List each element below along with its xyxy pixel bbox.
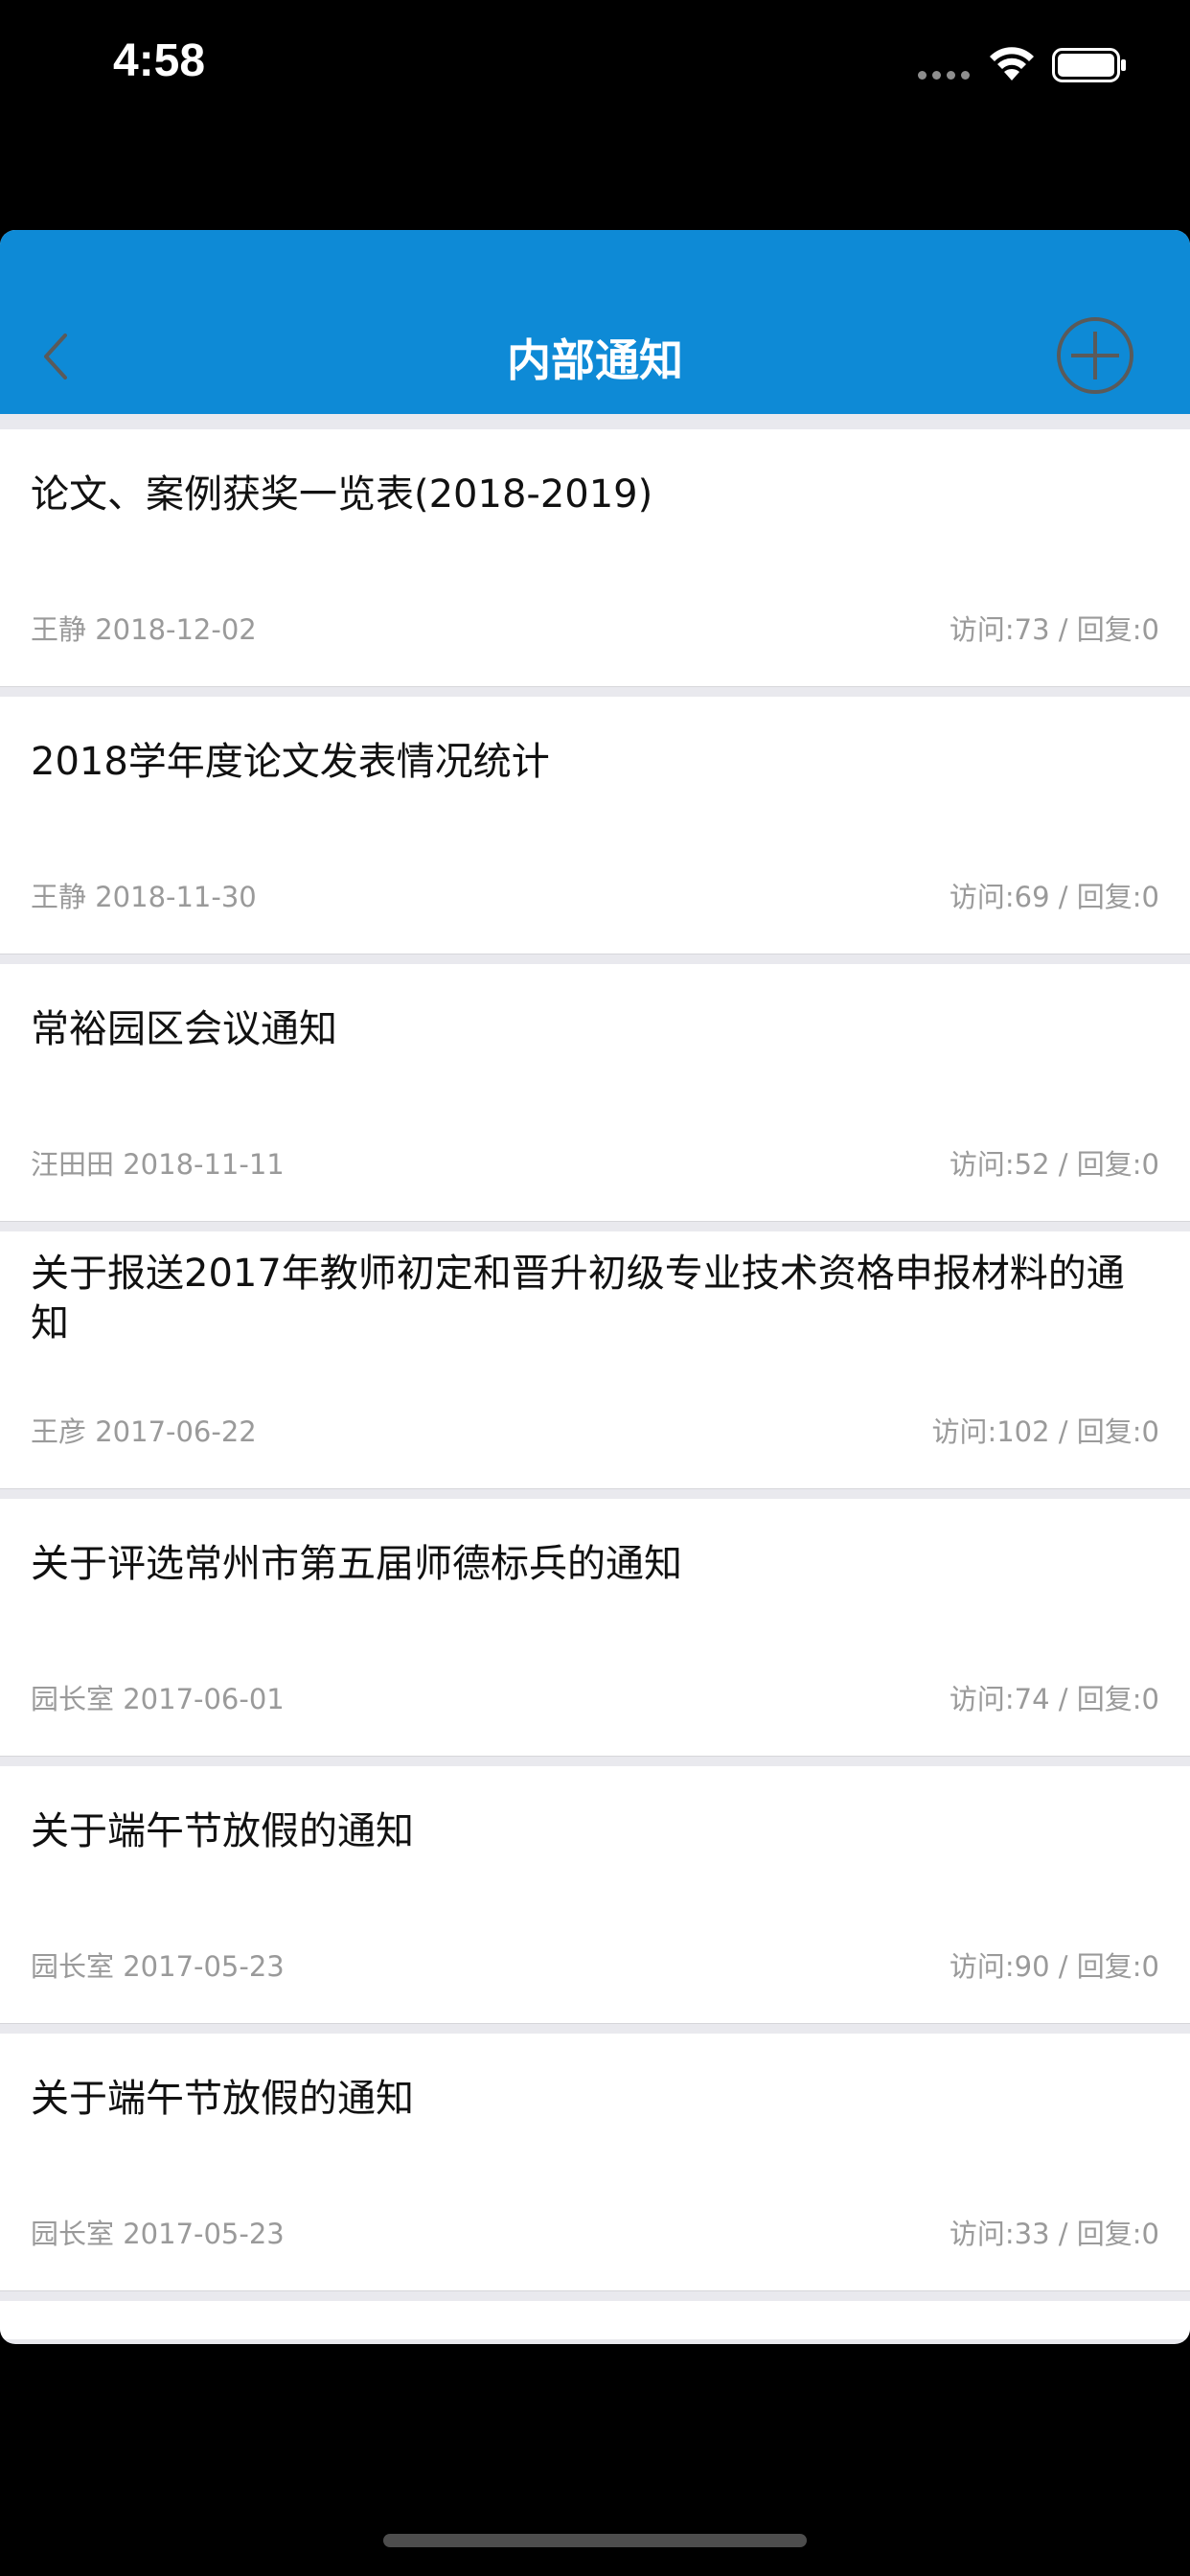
notice-title: 2018学年度论文发表情况统计 xyxy=(31,740,550,784)
notice-author-date: 园长室 2017-06-01 xyxy=(31,1683,285,1715)
notice-title: 关于端午节放假的通知 xyxy=(31,1809,414,1853)
status-bar: 4:58 xyxy=(0,0,1190,134)
list-item[interactable]: 关于报送2017年教师初定和晋升初级专业技术资格申报材料的通知 王彦 2017-… xyxy=(0,1231,1190,1489)
navigation-bar: 内部通知 xyxy=(0,230,1190,414)
notice-stats: 访问:73 / 回复:0 xyxy=(949,613,1159,646)
list-item[interactable]: 关于端午节放假的通知 园长室 2017-05-23 访问:90 / 回复:0 xyxy=(0,1766,1190,2024)
notice-stats: 访问:102 / 回复:0 xyxy=(931,1415,1159,1448)
notice-author-date: 王静 2018-12-02 xyxy=(31,613,257,646)
battery-icon xyxy=(1052,48,1126,82)
notice-stats: 访问:69 / 回复:0 xyxy=(949,881,1159,913)
notice-stats: 访问:90 / 回复:0 xyxy=(949,1950,1159,1983)
phone-screen: 4:58 内部通知 论文、案例获奖一览表(2018-2019) 王静 2018-… xyxy=(0,0,1190,2576)
app-window: 内部通知 论文、案例获奖一览表(2018-2019) 王静 2018-12-02… xyxy=(0,230,1190,2344)
page-title: 内部通知 xyxy=(507,334,683,386)
notice-title: 常裕园区会议通知 xyxy=(31,1007,337,1051)
status-time: 4:58 xyxy=(113,35,206,86)
notice-list: 论文、案例获奖一览表(2018-2019) 王静 2018-12-02 访问:7… xyxy=(0,429,1190,2339)
cellular-signal-icon xyxy=(918,71,972,80)
plus-circle-icon xyxy=(1057,317,1133,394)
home-indicator[interactable] xyxy=(383,2534,807,2547)
list-item[interactable]: 关于评选常州市第五届师德标兵的通知 园长室 2017-06-01 访问:74 /… xyxy=(0,1499,1190,1757)
notice-title: 论文、案例获奖一览表(2018-2019) xyxy=(31,472,653,517)
notice-title: 关于端午节放假的通知 xyxy=(31,2077,414,2121)
notice-stats: 访问:74 / 回复:0 xyxy=(949,1683,1159,1715)
notice-author-date: 汪田田 2018-11-11 xyxy=(31,1148,285,1181)
list-item[interactable]: 关于端午节放假的通知 园长室 2017-05-23 访问:33 / 回复:0 xyxy=(0,2034,1190,2291)
notice-title: 关于评选常州市第五届师德标兵的通知 xyxy=(31,1542,682,1586)
notice-stats: 访问:52 / 回复:0 xyxy=(949,1148,1159,1181)
notice-title: 关于报送2017年教师初定和晋升初级专业技术资格申报材料的通知 xyxy=(31,1252,1125,1346)
list-item[interactable]: 论文、案例获奖一览表(2018-2019) 王静 2018-12-02 访问:7… xyxy=(0,429,1190,687)
list-item[interactable]: 常裕园区会议通知 汪田田 2018-11-11 访问:52 / 回复:0 xyxy=(0,964,1190,1222)
list-item-partial[interactable] xyxy=(0,2301,1190,2339)
notice-author-date: 园长室 2017-05-23 xyxy=(31,2218,285,2250)
list-item[interactable]: 2018学年度论文发表情况统计 王静 2018-11-30 访问:69 / 回复… xyxy=(0,697,1190,954)
wifi-icon xyxy=(990,47,1034,80)
notice-author-date: 园长室 2017-05-23 xyxy=(31,1950,285,1983)
add-notice-button[interactable] xyxy=(1052,312,1138,399)
notice-author-date: 王彦 2017-06-22 xyxy=(31,1415,257,1448)
notice-author-date: 王静 2018-11-30 xyxy=(31,881,257,913)
notice-stats: 访问:33 / 回复:0 xyxy=(949,2218,1159,2250)
